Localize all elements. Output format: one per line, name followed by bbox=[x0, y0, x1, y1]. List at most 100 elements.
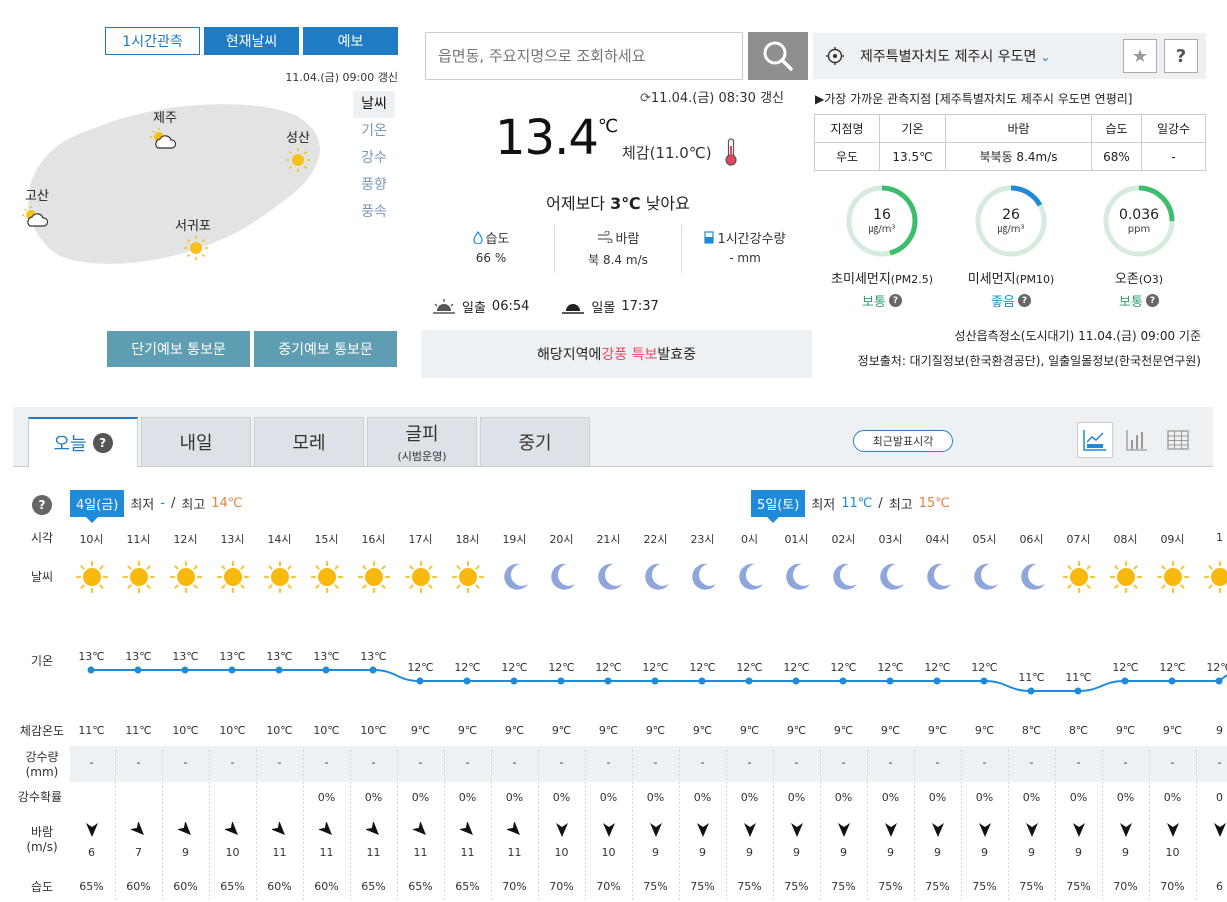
forecast-bulletin-buttons: 단기예보 통보문 중기예보 통보문 bbox=[107, 331, 397, 367]
column-divider bbox=[115, 750, 116, 902]
layer-wind-direction[interactable]: 풍향 bbox=[353, 172, 395, 199]
map-location-seogwipo[interactable]: 서귀포 bbox=[175, 215, 211, 260]
hour-wind-dir bbox=[773, 822, 820, 841]
hour-feels: 8℃ bbox=[1021, 724, 1042, 737]
partly-cloudy-icon bbox=[22, 206, 49, 227]
hour-weather bbox=[773, 560, 820, 597]
refresh-icon[interactable]: ⟳ bbox=[640, 91, 651, 106]
air-unit: ㎍/m³ bbox=[868, 224, 895, 235]
tab-forecast[interactable]: 예보 bbox=[303, 27, 398, 55]
mid-term-bulletin-button[interactable]: 중기예보 통보문 bbox=[254, 331, 397, 367]
column-divider bbox=[491, 750, 492, 902]
wind-arrow-icon bbox=[837, 823, 850, 837]
hour-temp: 13℃ bbox=[266, 650, 293, 663]
search-input[interactable] bbox=[425, 32, 743, 80]
help-icon[interactable]: ? bbox=[888, 294, 902, 307]
layer-precipitation[interactable]: 강수 bbox=[353, 145, 395, 172]
air-measurement-base: 성산읍측정소(도시대기) 11.04.(금) 09:00 기준 bbox=[954, 329, 1201, 343]
hour-weather bbox=[679, 560, 726, 597]
wind-arrow-icon bbox=[1119, 823, 1132, 837]
air-status: 보통? bbox=[817, 291, 947, 310]
graph-view-button[interactable] bbox=[1077, 422, 1113, 458]
help-button[interactable]: ? bbox=[1164, 39, 1198, 73]
layer-weather[interactable]: 날씨 bbox=[353, 91, 395, 118]
location-bar: 제주특별자치도 제주시 우도면 ⌄ ★ ? bbox=[813, 33, 1206, 79]
tab-current-weather[interactable]: 현재날씨 bbox=[204, 27, 299, 55]
weather-warning-notice[interactable]: 해당지역에 강풍 특보 발효중 bbox=[421, 330, 812, 378]
sun-icon bbox=[1109, 560, 1142, 594]
hour-rain: - bbox=[935, 756, 940, 769]
hour-humidity: 75% bbox=[1066, 880, 1091, 893]
hour-humidity: 75% bbox=[690, 880, 715, 893]
chevron-down-icon: ⌄ bbox=[1040, 50, 1051, 64]
hour-rain-prob: 0% bbox=[1163, 791, 1182, 804]
column-divider bbox=[1149, 750, 1150, 902]
hour-rain-prob: 0% bbox=[787, 791, 806, 804]
hour-feels: 11℃ bbox=[78, 724, 105, 737]
hour-wind-dir bbox=[679, 822, 726, 841]
hour-wind-dir bbox=[1149, 822, 1196, 841]
help-icon[interactable]: ? bbox=[1017, 294, 1031, 307]
hour-weather bbox=[1008, 560, 1055, 597]
hour-wind: 9 bbox=[793, 846, 800, 859]
column-divider bbox=[1008, 750, 1009, 902]
metric-wind: 바람 북 8.4 m/s bbox=[555, 225, 682, 273]
sun-icon bbox=[357, 560, 390, 594]
hour-feels: 10℃ bbox=[266, 724, 293, 737]
short-term-bulletin-button[interactable]: 단기예보 통보문 bbox=[107, 331, 250, 367]
tab-day-after[interactable]: 모레 bbox=[254, 417, 364, 467]
hour-feels: 9℃ bbox=[551, 724, 572, 737]
recent-release-button[interactable]: 최근발표시각 bbox=[853, 430, 953, 452]
hour-rain-prob: 0% bbox=[411, 791, 430, 804]
air-status: 보통? bbox=[1074, 291, 1204, 310]
hour-time: 1 bbox=[1216, 531, 1223, 544]
wind-arrow-icon bbox=[555, 823, 568, 837]
hour-time: 21시 bbox=[596, 533, 621, 546]
help-icon[interactable]: ? bbox=[1145, 294, 1159, 307]
tab-hourly-observation[interactable]: 1시간관측 bbox=[105, 27, 200, 55]
table-view-button[interactable] bbox=[1160, 422, 1196, 458]
tab-today[interactable]: 오늘? bbox=[28, 417, 138, 468]
moon-icon bbox=[644, 563, 669, 590]
map-location-jeju[interactable]: 제주 bbox=[150, 107, 180, 150]
column-divider bbox=[1055, 750, 1056, 902]
hour-temp: 12℃ bbox=[1112, 661, 1139, 674]
sunrise-sunset: 일출 06:54 일몰 17:37 bbox=[432, 297, 659, 316]
search-button[interactable] bbox=[748, 32, 808, 80]
hour-weather bbox=[867, 560, 914, 597]
hour-weather bbox=[820, 560, 867, 597]
hour-feels: 11℃ bbox=[125, 724, 152, 737]
tab-mid-term[interactable]: 중기 bbox=[480, 417, 590, 467]
hour-rain-prob: 0% bbox=[740, 791, 759, 804]
location-selector[interactable]: 제주특별자치도 제주시 우도면 ⌄ bbox=[860, 46, 1050, 66]
hour-wind: 10 bbox=[601, 846, 616, 859]
current-location-icon[interactable] bbox=[826, 47, 844, 65]
hour-humidity: 75% bbox=[972, 880, 997, 893]
layer-temperature[interactable]: 기온 bbox=[353, 118, 395, 145]
hour-rain-prob: 0% bbox=[646, 791, 665, 804]
hour-rain: - bbox=[136, 756, 141, 769]
hour-humidity: 65% bbox=[455, 880, 480, 893]
hour-time: 22시 bbox=[643, 533, 668, 546]
tab-tomorrow[interactable]: 내일 bbox=[141, 417, 251, 467]
favorite-button[interactable]: ★ bbox=[1123, 39, 1157, 73]
hour-feels: 9℃ bbox=[692, 724, 713, 737]
bar-view-button[interactable] bbox=[1119, 422, 1155, 458]
sun-icon bbox=[122, 560, 155, 594]
map-location-gosan[interactable]: 고산 bbox=[22, 185, 52, 228]
air-value: 26 bbox=[1002, 207, 1020, 223]
sun-icon bbox=[310, 560, 343, 594]
layer-wind-speed[interactable]: 풍속 bbox=[353, 199, 395, 226]
tab-three-days[interactable]: 글피 (시범운영) bbox=[367, 417, 477, 467]
row-label-humidity: 습도 bbox=[30, 880, 54, 894]
help-icon[interactable]: ? bbox=[92, 433, 113, 453]
hour-weather bbox=[726, 560, 773, 597]
hour-weather bbox=[397, 560, 444, 597]
column-divider bbox=[350, 750, 351, 902]
map-location-seongsan[interactable]: 성산 bbox=[285, 127, 311, 172]
hour-rain-prob: 0% bbox=[1069, 791, 1088, 804]
hour-time: 10시 bbox=[79, 533, 104, 546]
hour-rain: - bbox=[1123, 756, 1128, 769]
thermometer-icon bbox=[725, 138, 737, 166]
moon-icon bbox=[503, 563, 528, 590]
